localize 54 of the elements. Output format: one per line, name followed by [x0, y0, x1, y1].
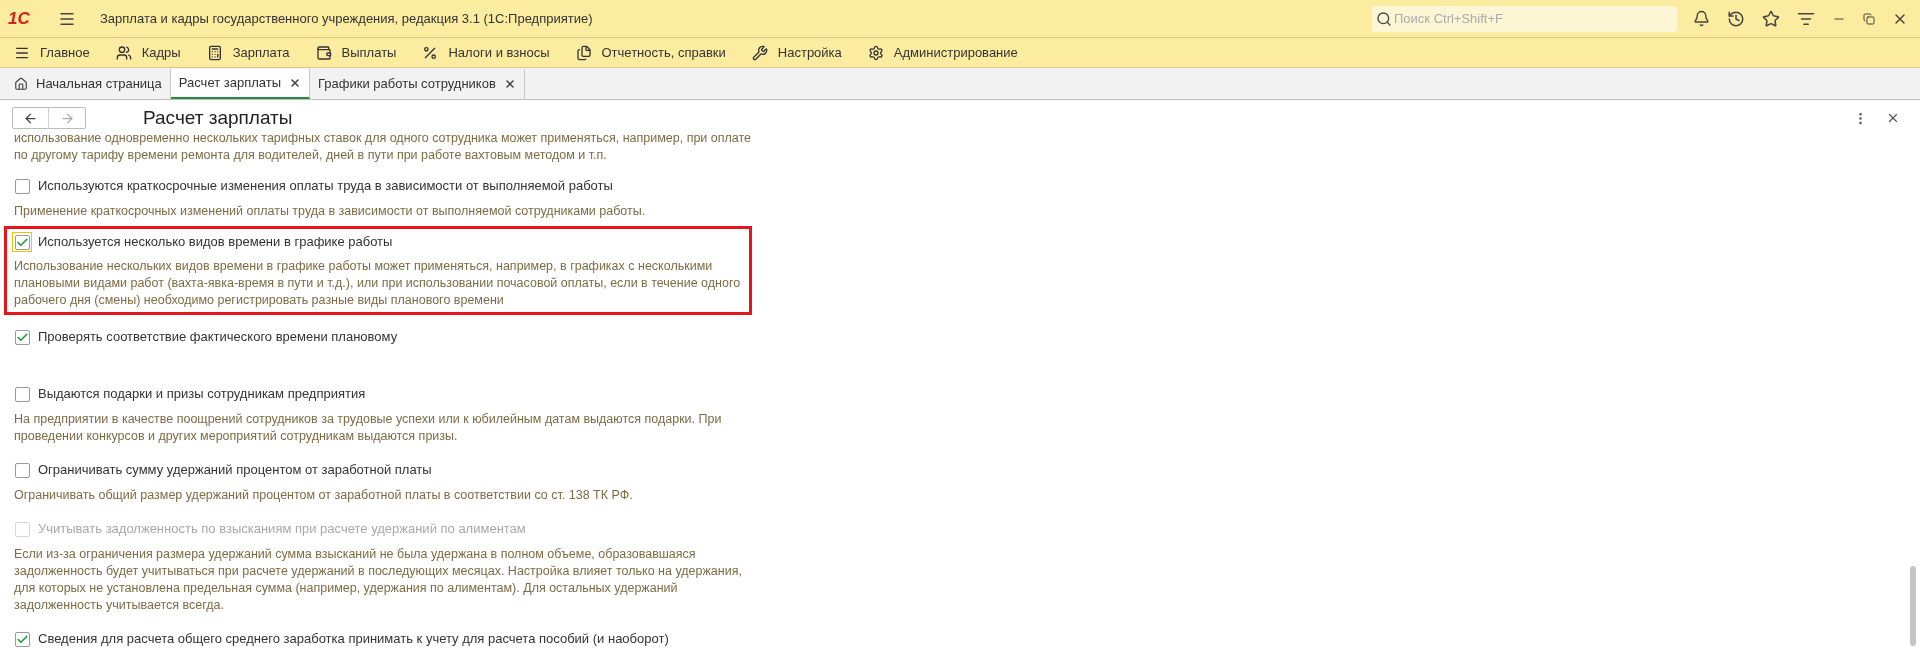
form-title: Расчет зарплаты: [143, 105, 293, 130]
menu-item[interactable]: Отчетность, справки: [601, 42, 726, 63]
people-icon: [115, 44, 132, 61]
checkbox[interactable]: [14, 386, 30, 402]
menu-item[interactable]: Настройка: [777, 42, 842, 63]
calculator-icon: [206, 44, 223, 61]
tab[interactable]: Расчет зарплаты: [170, 69, 311, 99]
checkbox-label[interactable]: Проверять соответствие фактического времени плановому: [38, 327, 398, 347]
search-icon: [1376, 10, 1392, 27]
option-description: На предприятии в качестве поощрений сотрудников за трудовые успехи или к юбилейным датам выдаются подарки. При проведении конкурсов и других мероприятий сотрудникам выдаются призы.: [13, 411, 723, 445]
search-field[interactable]: Поиск Ctrl+Shift+F: [1394, 8, 1673, 29]
option-description: Если из-за ограничения размера удержаний сумма взысканий не была удержана в полном объеме, образовавшаяся задолженность будет учитываться при расчете удержаний в последующих месяцах. Настройка влияет только на удержания, для которых не установлена предельная сумма (например, удержания по алиментам). Для остальных удержаний задолженность учитывается всегда.: [13, 546, 743, 614]
scrollbar-thumb[interactable]: [1910, 566, 1916, 646]
checkbox[interactable]: [14, 178, 30, 194]
checkbox-label[interactable]: Ограничивать сумму удержаний процентом от заработной платы: [38, 460, 432, 480]
option-description: Использование нескольких видов времени в графике работы может применяться, например, в графиках с несколькими плановыми видами работ (вахта-явка-время в пути и т.д.), или при использовании почасовой оплаты, если в течение одного рабочего дня (смены) необходимо регистрировать разные виды планового времени: [13, 258, 741, 309]
checkbox[interactable]: [14, 462, 30, 478]
tab[interactable]: Начальная страница: [6, 69, 171, 99]
checkbox[interactable]: [14, 329, 30, 345]
option-description: использование одновременно нескольких тарифных ставок для одного сотрудника может применяться, например, при оплате по другому тарифу времени ремонта для водителей, дней в пути при работе вахтовым методом и т.п.: [13, 130, 752, 164]
wallet-icon: [315, 44, 332, 61]
left-arrow-icon: [23, 110, 38, 126]
menu-item[interactable]: Кадры: [141, 42, 181, 63]
close-icon[interactable]: [1886, 111, 1900, 125]
history-icon[interactable]: [1727, 9, 1745, 28]
home-icon: [14, 77, 28, 91]
menu-item[interactable]: Выплаты: [341, 42, 397, 63]
app-logo: 1С: [8, 7, 31, 30]
restore-icon[interactable]: [1863, 12, 1875, 25]
option-description: Ограничивать общий размер удержаний процентом от заработной платы в соответствии со ст. 138 ТК РФ.: [13, 487, 634, 504]
checkbox[interactable]: [14, 631, 30, 647]
search-box[interactable]: Поиск Ctrl+Shift+F: [1372, 5, 1677, 32]
documents-icon: [575, 44, 592, 61]
menu-item[interactable]: Администрирование: [893, 42, 1018, 63]
wrench-icon: [751, 44, 768, 61]
tab-label: Графики работы сотрудников: [318, 75, 496, 94]
tab[interactable]: Графики работы сотрудников: [310, 69, 525, 99]
checkbox-label[interactable]: Используются краткосрочные изменения оплаты труда в зависимости от выполняемой работы: [38, 176, 613, 196]
checkbox-label[interactable]: Используется несколько видов времени в графике работы: [38, 232, 393, 252]
tab-label: Начальная страница: [36, 75, 162, 94]
menu-item[interactable]: Налоги и взносы: [448, 42, 550, 63]
checkbox-label[interactable]: Сведения для расчета общего среднего заработка принимать к учету для расчета пособий (и наоборот): [38, 629, 669, 649]
gear-icon: [867, 44, 884, 61]
bell-icon[interactable]: [1693, 10, 1710, 27]
option-description: Применение краткосрочных изменений оплаты труда в зависимости от выполняемой сотрудниками работы.: [13, 203, 647, 220]
tab-label: Расчет зарплаты: [178, 74, 282, 93]
menu-item[interactable]: Зарплата: [232, 42, 290, 63]
menu-item[interactable]: Главное: [40, 42, 90, 63]
window-title: Зарплата и кадры государственного учреждения, редакция 3.1 (1С:Предприятие): [100, 9, 593, 28]
close-icon[interactable]: [503, 78, 516, 90]
checkbox-label[interactable]: Выдаются подарки и призы сотрудникам предприятия: [38, 384, 366, 404]
percent-icon: [422, 44, 439, 61]
star-icon[interactable]: [1762, 9, 1780, 28]
close-icon[interactable]: [289, 77, 302, 89]
